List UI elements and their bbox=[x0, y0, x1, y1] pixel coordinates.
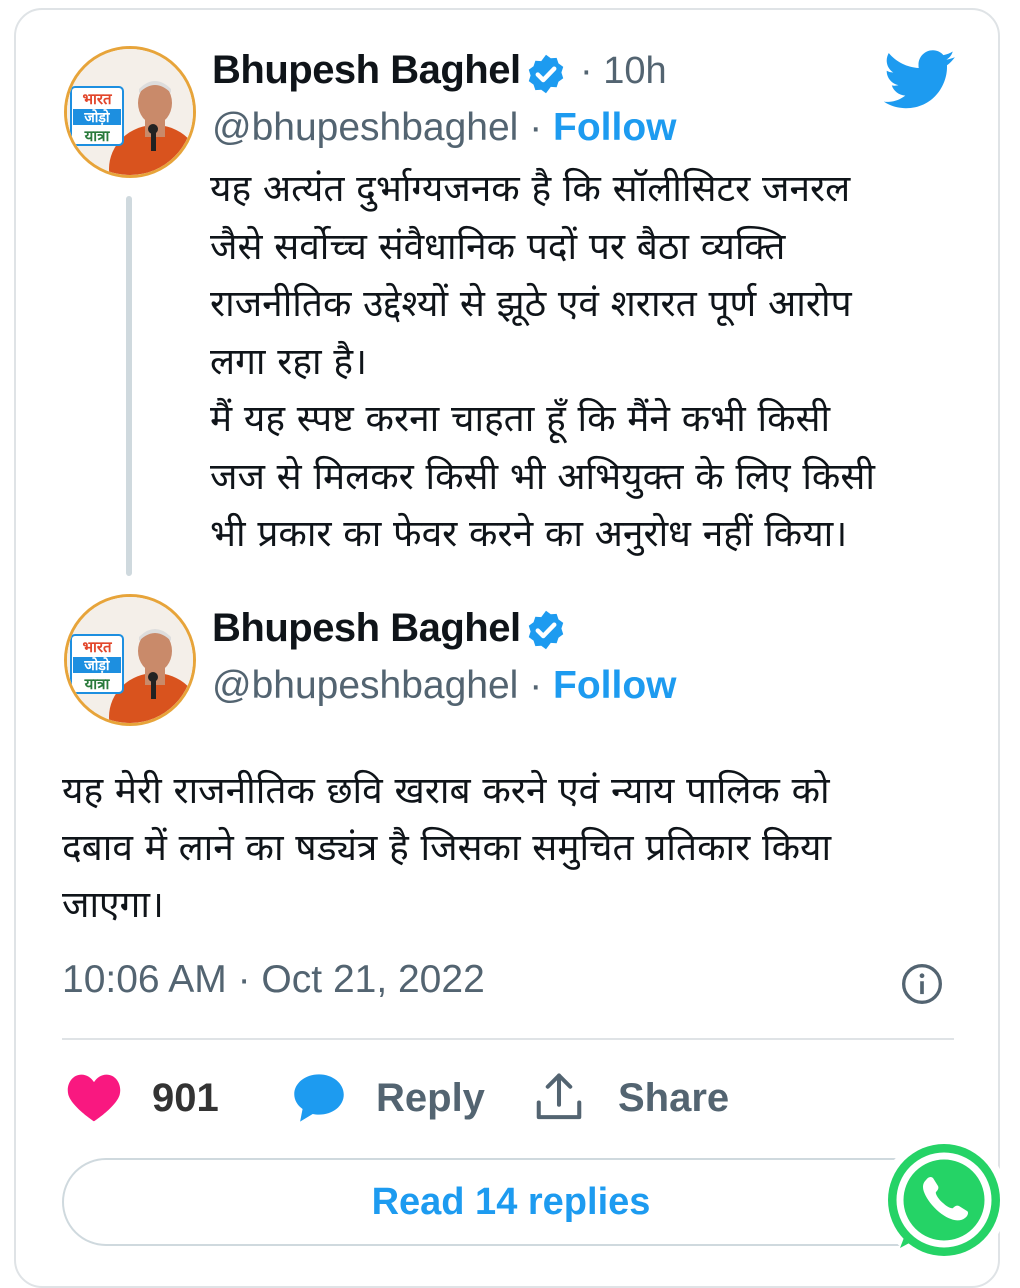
info-icon[interactable] bbox=[900, 962, 944, 1006]
avatar-badge-line: यात्रा bbox=[84, 128, 111, 145]
tweet-time: · 10h bbox=[580, 50, 667, 92]
tweet-text-line: मैं यह स्पष्ट करना चाहता हूँ कि मैंने कभ… bbox=[210, 397, 831, 440]
avatar-badge-line: जोड़ो bbox=[83, 657, 111, 673]
tweet-text: यह मेरी राजनीतिक छवि खराब करने एवं न्याय… bbox=[62, 762, 962, 933]
share-icon bbox=[536, 1073, 582, 1120]
read-replies-button[interactable]: Read 14 replies bbox=[62, 1158, 960, 1246]
avatar[interactable]: भारत जोड़ो यात्रा bbox=[64, 594, 196, 726]
avatar-badge-line: यात्रा bbox=[84, 676, 111, 693]
reply-bubble-icon bbox=[294, 1074, 344, 1122]
tweet-timestamp[interactable]: 10:06 AM · Oct 21, 2022 bbox=[62, 958, 485, 1002]
tweet-text-line: जाएगा। bbox=[62, 883, 164, 926]
like-button[interactable]: 901 bbox=[66, 1068, 219, 1128]
twitter-bird-icon[interactable] bbox=[884, 50, 956, 110]
tweet-text-line: जैसे सर्वोच्च संवैधानिक पदों पर बैठा व्य… bbox=[210, 224, 786, 268]
tweet-text-line: दबाव में लाने का षड्यंत्र है जिसका समुचि… bbox=[62, 826, 832, 869]
tweet-text-line: भी प्रकार का फेवर करने का अनुरोध नहीं कि… bbox=[210, 512, 848, 555]
verified-badge-icon bbox=[528, 54, 564, 94]
divider bbox=[62, 1038, 954, 1040]
verified-badge-icon bbox=[528, 610, 564, 650]
share-label: Share bbox=[618, 1075, 730, 1120]
handle-row: @bhupeshbaghel · Follow bbox=[212, 106, 677, 149]
avatar-badge-line: जोड़ो bbox=[83, 109, 111, 125]
thread-connector bbox=[126, 196, 132, 576]
author-handle[interactable]: @bhupeshbaghel bbox=[212, 664, 518, 707]
tweet-text-line: यह मेरी राजनीतिक छवि खराब करने एवं न्याय… bbox=[62, 769, 830, 812]
heart-icon bbox=[67, 1074, 121, 1122]
handle-row: @bhupeshbaghel · Follow bbox=[212, 664, 677, 707]
follow-button[interactable]: Follow bbox=[553, 106, 676, 149]
author-name[interactable]: Bhupesh Baghel bbox=[212, 48, 521, 93]
follow-button[interactable]: Follow bbox=[553, 664, 676, 707]
reply-label: Reply bbox=[376, 1075, 485, 1120]
author-handle[interactable]: @bhupeshbaghel bbox=[212, 106, 518, 149]
avatar[interactable]: भारत जोड़ो यात्रा bbox=[64, 46, 196, 178]
tweet-text: यह अत्यंत दुर्भाग्यजनक है कि सॉलीसिटर जन… bbox=[210, 160, 970, 563]
tweet-text-line: यह अत्यंत दुर्भाग्यजनक है कि सॉलीसिटर जन… bbox=[210, 167, 851, 210]
reply-button[interactable]: Reply bbox=[292, 1068, 485, 1128]
share-button[interactable]: Share bbox=[532, 1068, 729, 1128]
author-name[interactable]: Bhupesh Baghel bbox=[212, 606, 521, 651]
avatar-badge-line: भारत bbox=[82, 91, 113, 108]
avatar-badge-line: भारत bbox=[82, 639, 113, 656]
tweet-text-line: जज से मिलकर किसी भी अभियुक्त के लिए किसी bbox=[210, 454, 875, 498]
like-count: 901 bbox=[152, 1075, 219, 1120]
tweet-text-line: लगा रहा है। bbox=[210, 339, 368, 383]
whatsapp-icon[interactable] bbox=[874, 1130, 1014, 1270]
tweet-text-line: राजनीतिक उद्देश्यों से झूठे एवं शरारत पू… bbox=[210, 282, 852, 325]
